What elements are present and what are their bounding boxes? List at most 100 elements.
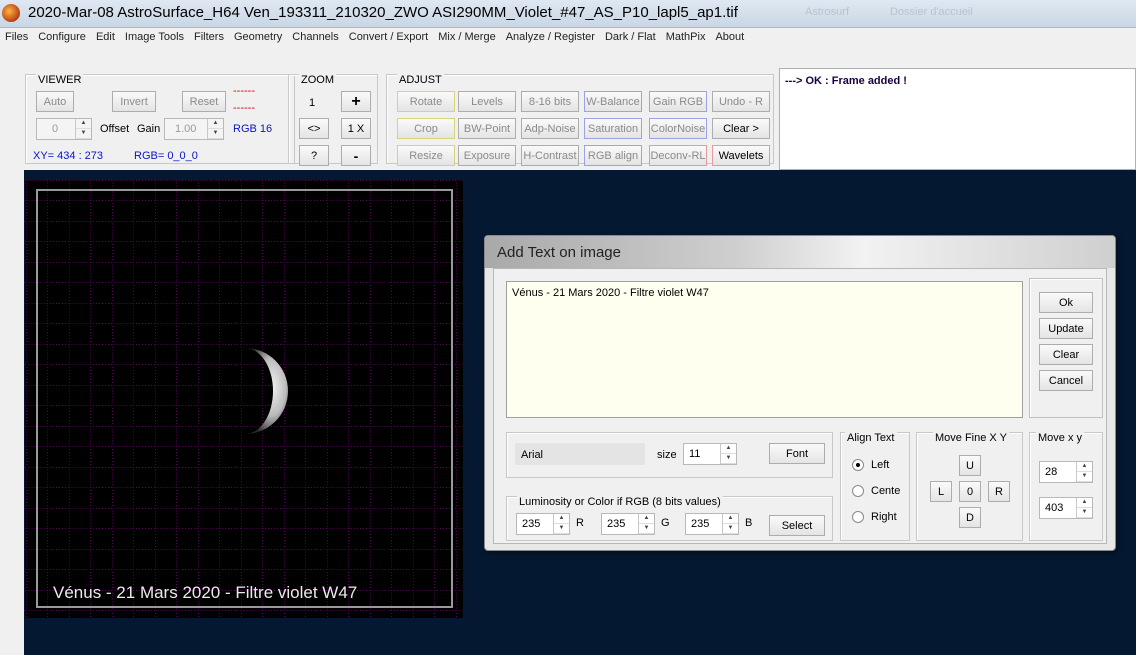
font-size-stepper[interactable]: 11 ▲ ▼	[683, 443, 737, 465]
align-center-radio[interactable]	[852, 485, 864, 497]
red-stepper[interactable]: 235 ▲ ▼	[516, 513, 570, 535]
bits-button[interactable]: 8-16 bits	[521, 91, 579, 112]
adaptive-noise-button[interactable]: Adp-Noise	[521, 118, 579, 139]
menu-image-tools[interactable]: Image Tools	[125, 31, 184, 43]
green-value: 235	[607, 518, 626, 530]
stepper-down-icon[interactable]: ▼	[1077, 472, 1092, 482]
crop-button[interactable]: Crop	[397, 118, 455, 139]
move-group: Move x y 28 ▲ ▼ 403 ▲ ▼	[1029, 432, 1103, 541]
stepper-up-icon[interactable]: ▲	[208, 119, 223, 129]
offset-stepper[interactable]: 0 ▲ ▼	[36, 118, 92, 140]
menu-edit[interactable]: Edit	[96, 31, 115, 43]
align-center-label[interactable]: Center	[871, 485, 901, 497]
white-balance-button[interactable]: W-Balance	[584, 91, 642, 112]
rotate-button[interactable]: Rotate	[397, 91, 455, 112]
zoom-1x-button[interactable]: 1 X	[341, 118, 371, 139]
move-y-stepper[interactable]: 403 ▲ ▼	[1039, 497, 1093, 519]
adjust-group: ADJUST Rotate Levels 8-16 bits W-Balance…	[386, 74, 774, 166]
stepper-up-icon[interactable]: ▲	[723, 514, 738, 524]
menu-bar: Files Configure Edit Image Tools Filters…	[0, 28, 1136, 46]
move-up-button[interactable]: U	[959, 455, 981, 476]
dialog-title-bar[interactable]: Add Text on image	[485, 236, 1115, 268]
stepper-down-icon[interactable]: ▼	[76, 129, 91, 139]
caption-text-area[interactable]: Vénus - 21 Mars 2020 - Filtre violet W47	[506, 281, 1023, 418]
offset-label: Offset	[100, 123, 130, 135]
wavelets-button[interactable]: Wavelets	[712, 145, 770, 166]
menu-geometry[interactable]: Geometry	[234, 31, 282, 43]
menu-filters[interactable]: Filters	[194, 31, 224, 43]
rgb-align-button[interactable]: RGB align	[584, 145, 642, 166]
stepper-down-icon[interactable]: ▼	[639, 524, 654, 534]
stepper-up-icon[interactable]: ▲	[1077, 462, 1092, 472]
help-button[interactable]: ?	[299, 145, 329, 166]
menu-convert-export[interactable]: Convert / Export	[349, 31, 428, 43]
title-bar: 2020-Mar-08 AstroSurface_H64 Ven_193311_…	[0, 0, 1136, 28]
menu-about[interactable]: About	[715, 31, 744, 43]
stepper-down-icon[interactable]: ▼	[723, 524, 738, 534]
auto-button[interactable]: Auto	[36, 91, 74, 112]
align-right-label[interactable]: Right	[871, 511, 897, 523]
menu-channels[interactable]: Channels	[292, 31, 338, 43]
align-group-label: Align Text	[845, 432, 897, 444]
stepper-up-icon[interactable]: ▲	[554, 514, 569, 524]
stepper-down-icon[interactable]: ▼	[721, 454, 736, 464]
menu-mathpix[interactable]: MathPix	[666, 31, 706, 43]
move-left-button[interactable]: L	[930, 481, 952, 502]
dialog-clear-button[interactable]: Clear	[1039, 344, 1093, 365]
ok-button[interactable]: Ok	[1039, 292, 1093, 313]
undo-button[interactable]: Undo - R	[712, 91, 770, 112]
blue-stepper[interactable]: 235 ▲ ▼	[685, 513, 739, 535]
zoom-fit-button[interactable]: <>	[299, 118, 329, 139]
gain-stepper[interactable]: 1.00 ▲ ▼	[164, 118, 224, 140]
saturation-button[interactable]: Saturation	[584, 118, 642, 139]
zoom-out-button[interactable]: -	[341, 145, 371, 166]
stepper-up-icon[interactable]: ▲	[721, 444, 736, 454]
menu-dark-flat[interactable]: Dark / Flat	[605, 31, 656, 43]
font-button[interactable]: Font	[769, 443, 825, 464]
align-group: Align Text Left Center Right	[840, 432, 910, 541]
move-y-value: 403	[1045, 502, 1064, 514]
deconv-rl-button[interactable]: Deconv-RL	[649, 145, 707, 166]
move-fine-group: Move Fine X Y U L 0 R D	[916, 432, 1023, 541]
stepper-down-icon[interactable]: ▼	[1077, 508, 1092, 518]
h-contrast-button[interactable]: H-Contrast	[521, 145, 579, 166]
venus-image: Vénus - 21 Mars 2020 - Filtre violet W47	[25, 180, 463, 618]
update-button[interactable]: Update	[1039, 318, 1093, 339]
move-down-button[interactable]: D	[959, 507, 981, 528]
dialog-body: Vénus - 21 Mars 2020 - Filtre violet W47…	[493, 268, 1107, 544]
align-left-label[interactable]: Left	[871, 459, 889, 471]
font-size-value: 11	[689, 448, 701, 460]
gain-rgb-button[interactable]: Gain RGB	[649, 91, 707, 112]
cancel-button[interactable]: Cancel	[1039, 370, 1093, 391]
move-reset-button[interactable]: 0	[959, 481, 981, 502]
menu-files[interactable]: Files	[5, 31, 28, 43]
menu-configure[interactable]: Configure	[38, 31, 86, 43]
resize-button[interactable]: Resize	[397, 145, 455, 166]
stepper-down-icon[interactable]: ▼	[208, 129, 223, 139]
menu-mix-merge[interactable]: Mix / Merge	[438, 31, 495, 43]
exposure-button[interactable]: Exposure	[458, 145, 516, 166]
blue-label: B	[745, 517, 753, 529]
align-left-radio[interactable]	[852, 459, 864, 471]
align-right-radio[interactable]	[852, 511, 864, 523]
color-noise-button[interactable]: ColorNoise	[649, 118, 707, 139]
image-canvas[interactable]: Vénus - 21 Mars 2020 - Filtre violet W47	[25, 180, 463, 618]
clear-button[interactable]: Clear >	[712, 118, 770, 139]
levels-button[interactable]: Levels	[458, 91, 516, 112]
move-x-stepper[interactable]: 28 ▲ ▼	[1039, 461, 1093, 483]
stepper-up-icon[interactable]: ▲	[639, 514, 654, 524]
menu-analyze-register[interactable]: Analyze / Register	[506, 31, 595, 43]
reset-button[interactable]: Reset	[182, 91, 226, 112]
stepper-up-icon[interactable]: ▲	[76, 119, 91, 129]
stepper-up-icon[interactable]: ▲	[1077, 498, 1092, 508]
stepper-down-icon[interactable]: ▼	[554, 524, 569, 534]
move-fine-label: Move Fine X Y	[933, 432, 1009, 444]
select-color-button[interactable]: Select	[769, 515, 825, 536]
green-label: G	[661, 517, 670, 529]
green-stepper[interactable]: 235 ▲ ▼	[601, 513, 655, 535]
zoom-in-button[interactable]: +	[341, 91, 371, 112]
move-right-button[interactable]: R	[988, 481, 1010, 502]
bw-point-button[interactable]: BW-Point	[458, 118, 516, 139]
rgb16-label[interactable]: RGB 16	[233, 123, 272, 135]
invert-button[interactable]: Invert	[112, 91, 156, 112]
